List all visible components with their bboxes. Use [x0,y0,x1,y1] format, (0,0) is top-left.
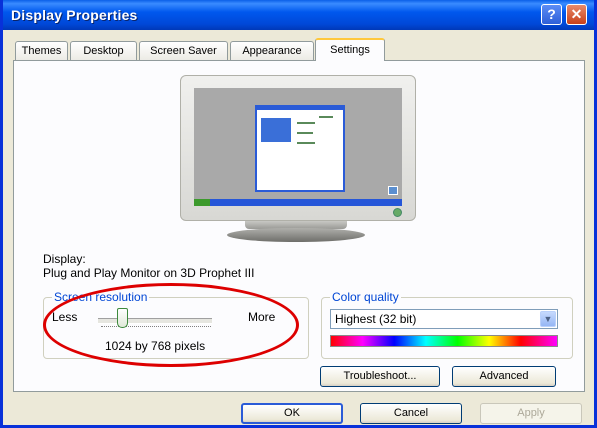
display-heading: Display: [43,252,86,266]
tab-appearance[interactable]: Appearance [230,41,314,60]
preview-panel [261,118,291,142]
preview-line [297,142,315,144]
close-button[interactable]: ✕ [566,4,587,25]
help-icon: ? [547,6,556,22]
window-title: Display Properties [11,7,138,23]
resolution-value: 1024 by 768 pixels [105,339,206,353]
preview-taskbar [194,199,402,206]
color-quality-select[interactable]: Highest (32 bit) ▼ [330,309,558,329]
title-bar[interactable]: Display Properties ? ✕ [3,0,594,30]
preview-line [297,132,313,134]
resolution-slider-track[interactable] [98,318,212,324]
cancel-button[interactable]: Cancel [360,403,462,424]
screen-resolution-label: Screen resolution [52,290,150,304]
preview-desktop-icon [388,186,398,195]
resolution-more-label: More [248,310,276,324]
preview-start-button [194,199,210,206]
monitor-stand-base [227,228,365,242]
power-button-icon [393,208,402,217]
color-quality-value: Highest (32 bit) [335,312,417,326]
tab-settings[interactable]: Settings [315,38,385,61]
resolution-less-label: Less [52,310,78,324]
chevron-down-icon[interactable]: ▼ [540,311,556,327]
tab-themes[interactable]: Themes [15,41,68,60]
close-icon: ✕ [570,6,583,22]
monitor-icon [180,75,416,221]
preview-window [255,105,345,192]
tab-desktop[interactable]: Desktop [70,41,137,60]
ok-button[interactable]: OK [241,403,343,424]
color-spectrum-preview [330,335,558,347]
tab-screen-saver[interactable]: Screen Saver [139,41,228,60]
apply-button[interactable]: Apply [480,403,582,424]
display-properties-window: Display Properties ? ✕ Themes Desktop Sc… [0,0,597,428]
color-quality-label: Color quality [330,290,401,304]
preview-line [319,116,333,118]
resolution-slider-thumb[interactable] [117,308,128,328]
resolution-slider-ticks [101,326,211,331]
preview-line [297,122,315,124]
advanced-button[interactable]: Advanced [452,366,556,387]
monitor-screen-preview [194,88,402,206]
help-button[interactable]: ? [541,4,562,25]
troubleshoot-button[interactable]: Troubleshoot... [320,366,440,387]
monitor-name: Plug and Play Monitor on 3D Prophet III [43,266,255,280]
